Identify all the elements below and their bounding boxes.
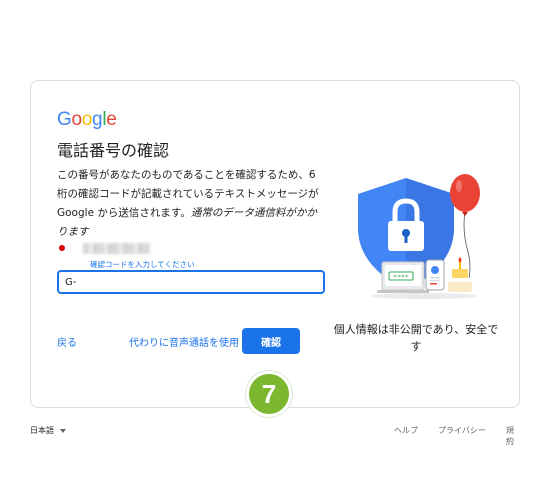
balloon-icon	[450, 174, 480, 212]
page-title: 電話番号の確認	[57, 141, 170, 160]
google-logo: Google	[57, 109, 117, 131]
privacy-link[interactable]: プライバシー	[438, 425, 486, 436]
phone-line	[430, 280, 440, 282]
cake-frosting	[448, 278, 472, 282]
japan-flag-icon	[59, 245, 65, 251]
terms-link[interactable]: 規約	[506, 425, 520, 447]
balloon-shine	[456, 180, 462, 192]
logo-letter: o	[71, 109, 82, 130]
back-button[interactable]: 戻る	[57, 334, 77, 349]
pin-dots: ****	[393, 273, 409, 281]
ground-shadow	[372, 293, 476, 299]
security-illustration: ****	[358, 174, 480, 299]
voice-call-button[interactable]: 代わりに音声通話を使用	[129, 334, 239, 349]
candle	[459, 262, 461, 269]
phone-avatar	[431, 266, 439, 274]
language-selector[interactable]: 日本語	[30, 425, 66, 436]
logo-letter: e	[106, 109, 117, 130]
logo-letter: o	[81, 109, 93, 130]
laptop-base	[377, 290, 429, 293]
chevron-down-icon	[60, 428, 66, 433]
phone-number-redacted	[83, 242, 151, 254]
help-link[interactable]: ヘルプ	[394, 425, 418, 436]
description: この番号があなたのものであることを確認するため、6 桁の確認コードが記載されてい…	[57, 166, 327, 242]
logo-letter: G	[57, 109, 72, 130]
keyhole-slot	[404, 234, 408, 243]
phone-line	[430, 277, 440, 279]
language-label: 日本語	[30, 426, 54, 435]
step-number-badge: 7	[246, 371, 292, 417]
phone-number-row	[59, 242, 151, 254]
candle-flame	[458, 257, 462, 263]
logo-letter: g	[92, 109, 103, 130]
phone-icon	[425, 259, 445, 291]
privacy-message: 個人情報は非公開であり、安全です	[333, 323, 499, 353]
code-field-label: 確認コードを入力してください	[88, 259, 197, 270]
confirm-button[interactable]: 確認	[242, 328, 300, 354]
verification-card: Google 電話番号の確認 この番号があなたのものであることを確認するため、6…	[30, 80, 520, 417]
page-footer: 日本語 ヘルプ プライバシー 規約	[30, 425, 520, 446]
balloon-knot	[462, 212, 468, 216]
phone-line	[430, 283, 437, 285]
verification-code-input[interactable]	[57, 270, 325, 294]
cake-top-tier	[452, 269, 468, 278]
